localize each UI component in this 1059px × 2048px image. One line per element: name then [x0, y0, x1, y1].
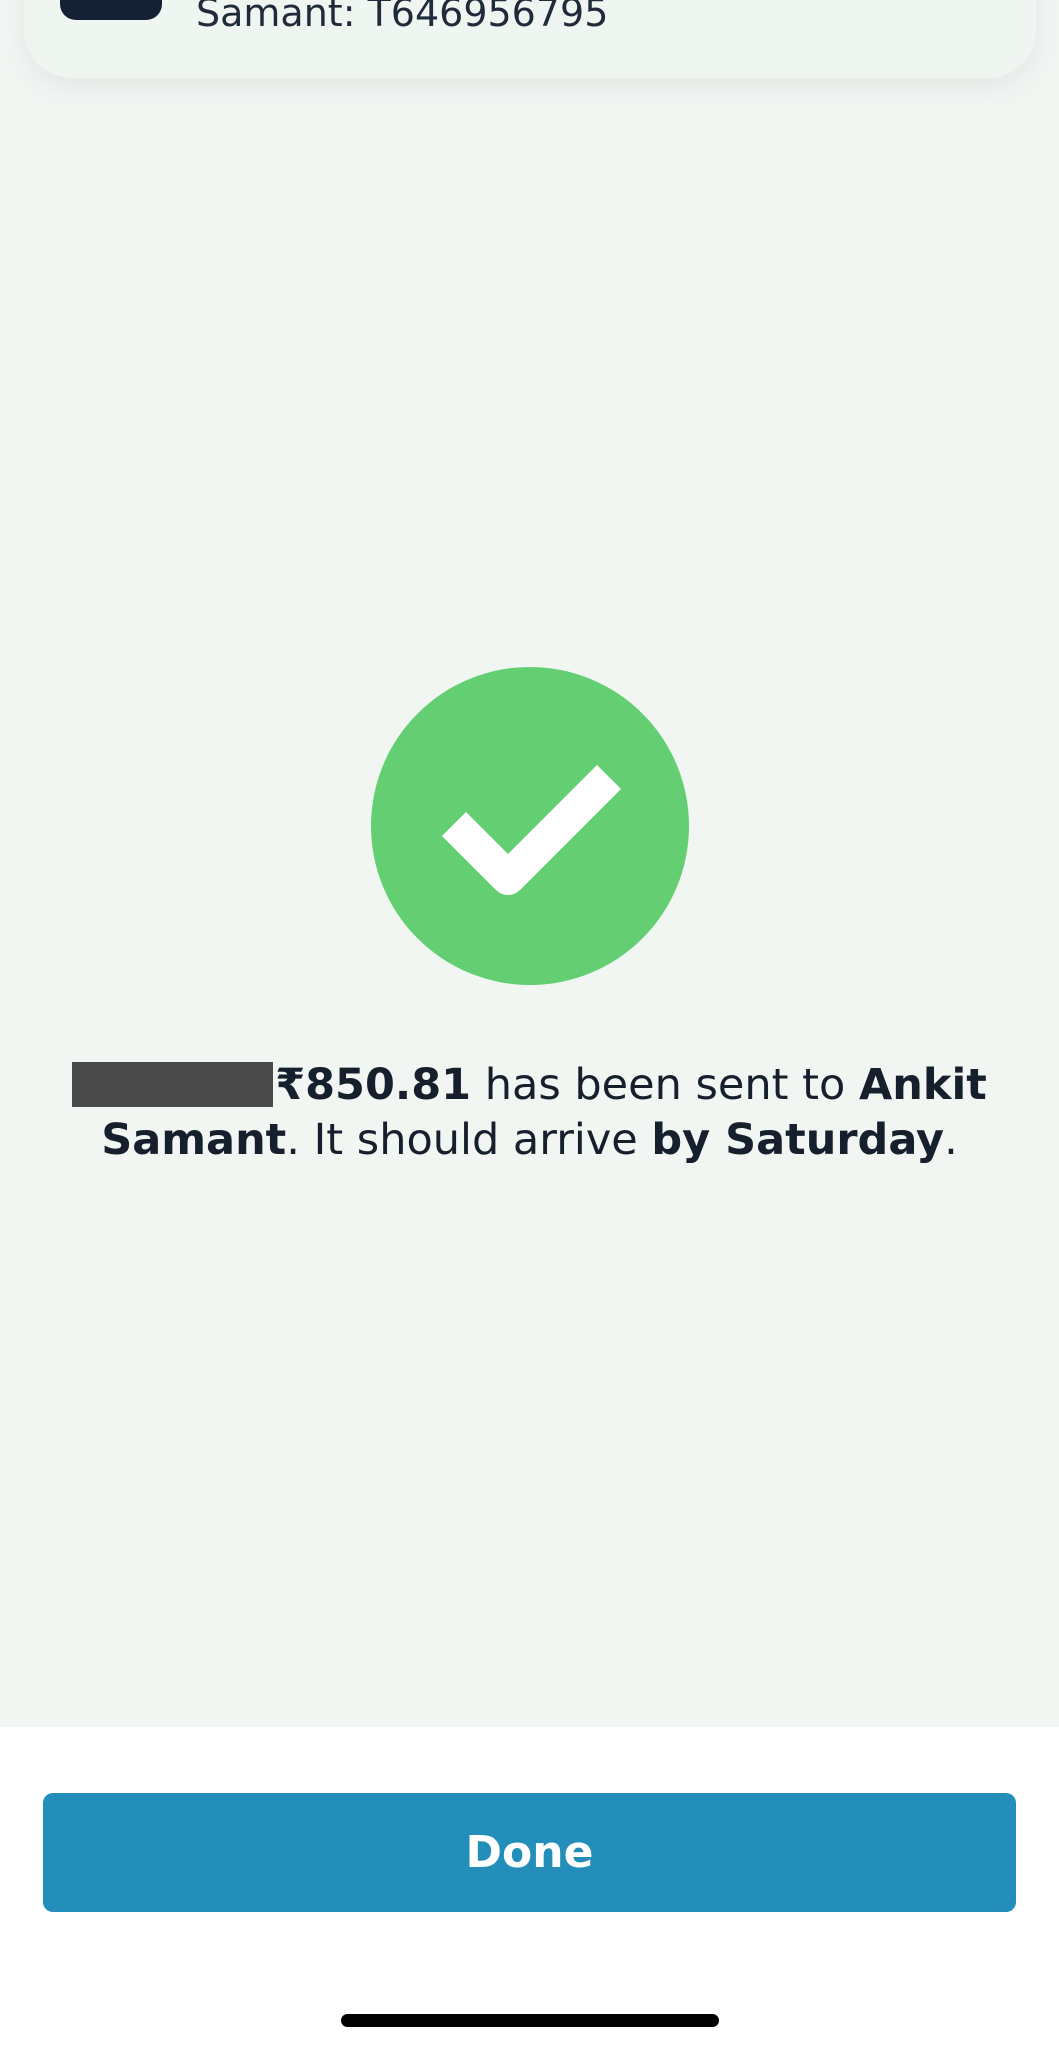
transfer-reference: Samant: T646956795: [196, 0, 609, 35]
message-text-2: . It should arrive: [286, 1115, 652, 1165]
arrival-estimate: by Saturday: [651, 1115, 945, 1165]
home-indicator[interactable]: [341, 2014, 719, 2027]
success-check-icon: [371, 667, 689, 985]
redacted-block: [72, 1062, 274, 1107]
sent-amount: ₹850.81: [275, 1060, 472, 1110]
message-text-3: .: [944, 1115, 958, 1165]
done-button[interactable]: Done: [43, 1793, 1016, 1912]
transfer-summary-card: Samant: T646956795: [24, 0, 1036, 78]
account-icon: [60, 0, 162, 20]
message-text-1: has been sent to: [471, 1060, 859, 1110]
confirmation-message: ₹850.81 has been sent to Ankit Samant. I…: [60, 1058, 999, 1168]
bottom-action-bar: Done: [0, 1727, 1059, 2048]
